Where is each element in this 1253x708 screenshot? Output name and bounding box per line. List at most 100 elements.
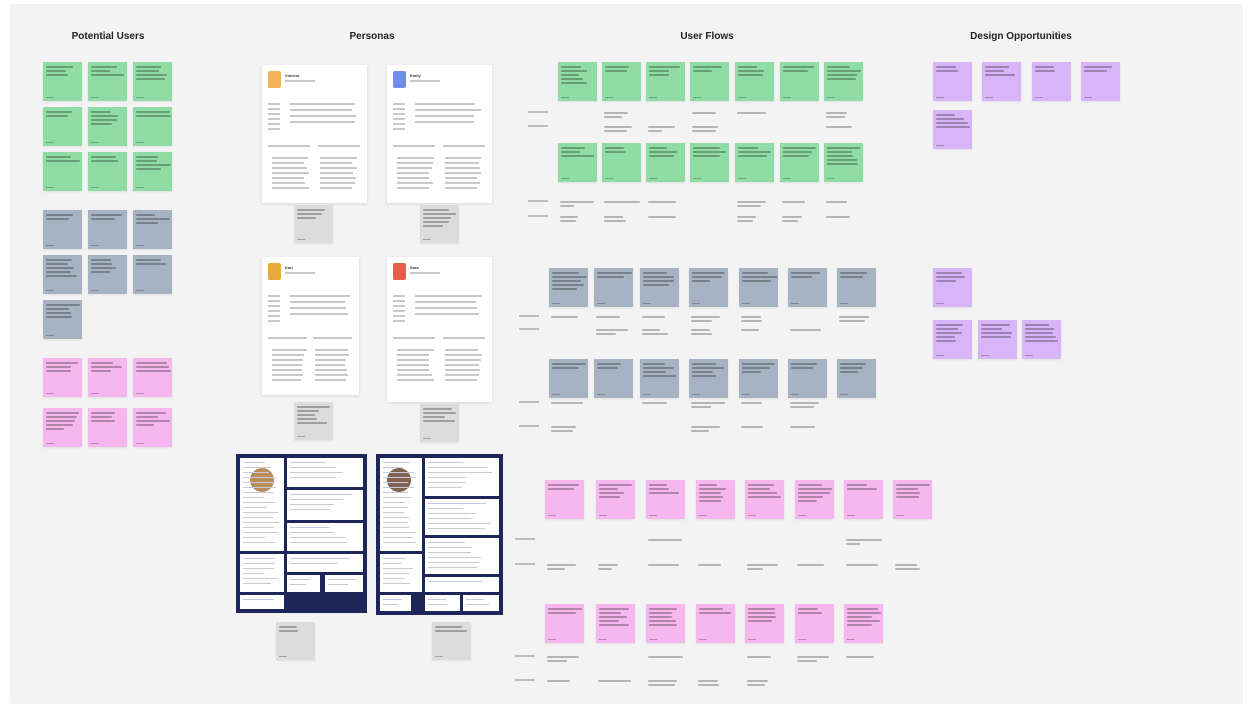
annotation-text [691, 402, 725, 404]
sticky-note-pink[interactable] [893, 480, 932, 519]
sticky-note-pink[interactable] [133, 358, 172, 397]
persona-card[interactable]: Karl [262, 257, 359, 395]
sticky-note-purple[interactable] [978, 320, 1017, 359]
annotation-text [642, 329, 660, 331]
sticky-note-gray[interactable] [276, 622, 315, 660]
sticky-note-gray[interactable] [420, 404, 459, 442]
sticky-note-blue[interactable] [594, 359, 633, 398]
sticky-note-purple[interactable] [1032, 62, 1071, 101]
persona-sheet[interactable] [376, 454, 503, 615]
sticky-note-green[interactable] [43, 107, 82, 146]
sticky-note-blue[interactable] [739, 268, 778, 307]
sticky-note-pink[interactable] [696, 604, 735, 643]
sticky-note-pink[interactable] [133, 408, 172, 447]
sticky-note-green[interactable] [558, 143, 597, 182]
sticky-note-green[interactable] [602, 62, 641, 101]
sticky-note-green[interactable] [690, 62, 729, 101]
sticky-note-purple[interactable] [1022, 320, 1061, 359]
sticky-note-blue[interactable] [837, 268, 876, 307]
sticky-note-gray[interactable] [432, 622, 471, 660]
sticky-note-green[interactable] [133, 107, 172, 146]
sticky-note-green[interactable] [558, 62, 597, 101]
sticky-note-green[interactable] [735, 143, 774, 182]
sticky-note-pink[interactable] [596, 480, 635, 519]
sticky-note-pink[interactable] [696, 480, 735, 519]
sticky-note-pink[interactable] [88, 408, 127, 447]
sticky-note-blue[interactable] [788, 268, 827, 307]
sticky-note-blue[interactable] [549, 268, 588, 307]
sticky-note-pink[interactable] [43, 358, 82, 397]
sticky-note-blue[interactable] [739, 359, 778, 398]
sticky-note-pink[interactable] [43, 408, 82, 447]
sticky-note-pink[interactable] [844, 480, 883, 519]
sticky-note-blue[interactable] [640, 359, 679, 398]
persona-card[interactable]: Emily [387, 65, 492, 203]
sticky-note-blue[interactable] [837, 359, 876, 398]
section-title-user-flows: User Flows [680, 31, 734, 42]
sticky-note-green[interactable] [88, 107, 127, 146]
sticky-note-green[interactable] [646, 62, 685, 101]
sticky-note-blue[interactable] [88, 210, 127, 249]
sticky-note-pink[interactable] [545, 604, 584, 643]
sticky-note-blue[interactable] [43, 255, 82, 294]
sticky-note-green[interactable] [824, 62, 863, 101]
sticky-note-green[interactable] [88, 152, 127, 191]
annotation-text [551, 426, 576, 428]
persona-card[interactable]: Sara [387, 257, 492, 402]
sticky-note-pink[interactable] [844, 604, 883, 643]
sticky-note-blue[interactable] [43, 300, 82, 339]
sticky-note-green[interactable] [602, 143, 641, 182]
row-label [528, 200, 548, 202]
sticky-note-green[interactable] [43, 62, 82, 101]
sticky-note-green[interactable] [824, 143, 863, 182]
sticky-note-green[interactable] [133, 152, 172, 191]
row-label [519, 401, 539, 403]
sticky-note-purple[interactable] [1081, 62, 1120, 101]
sticky-note-green[interactable] [43, 152, 82, 191]
annotation-text [826, 116, 845, 118]
sticky-note-pink[interactable] [745, 604, 784, 643]
sticky-note-green[interactable] [780, 143, 819, 182]
sticky-note-pink[interactable] [596, 604, 635, 643]
sticky-note-purple[interactable] [933, 62, 972, 101]
sticky-note-blue[interactable] [594, 268, 633, 307]
sticky-note-blue[interactable] [640, 268, 679, 307]
sticky-note-green[interactable] [735, 62, 774, 101]
row-label [519, 328, 539, 330]
sticky-note-blue[interactable] [133, 255, 172, 294]
sticky-note-blue[interactable] [133, 210, 172, 249]
sticky-note-pink[interactable] [545, 480, 584, 519]
sticky-note-green[interactable] [780, 62, 819, 101]
sticky-note-purple[interactable] [933, 320, 972, 359]
sticky-note-pink[interactable] [795, 604, 834, 643]
whiteboard-canvas[interactable]: Potential Users Personas User Flows Desi… [10, 4, 1243, 704]
annotation-text [741, 316, 761, 318]
annotation-text [642, 333, 668, 335]
sticky-note-green[interactable] [690, 143, 729, 182]
annotation-text [598, 568, 612, 570]
sticky-note-blue[interactable] [549, 359, 588, 398]
sticky-note-blue[interactable] [788, 359, 827, 398]
sticky-note-blue[interactable] [88, 255, 127, 294]
sticky-note-pink[interactable] [88, 358, 127, 397]
sticky-note-purple[interactable] [933, 268, 972, 307]
sticky-note-pink[interactable] [646, 604, 685, 643]
sticky-note-pink[interactable] [745, 480, 784, 519]
sticky-note-gray[interactable] [420, 205, 459, 243]
persona-sheet[interactable] [236, 454, 367, 613]
sticky-note-pink[interactable] [795, 480, 834, 519]
sticky-note-blue[interactable] [689, 268, 728, 307]
annotation-text [797, 656, 829, 658]
sticky-note-gray[interactable] [294, 402, 333, 440]
sticky-note-pink[interactable] [646, 480, 685, 519]
persona-card[interactable]: Vincent [262, 65, 367, 203]
sticky-note-blue[interactable] [43, 210, 82, 249]
sticky-note-purple[interactable] [933, 110, 972, 149]
annotation-text [642, 316, 665, 318]
sticky-note-green[interactable] [133, 62, 172, 101]
sticky-note-purple[interactable] [982, 62, 1021, 101]
sticky-note-gray[interactable] [294, 205, 333, 243]
sticky-note-green[interactable] [646, 143, 685, 182]
sticky-note-green[interactable] [88, 62, 127, 101]
sticky-note-blue[interactable] [689, 359, 728, 398]
